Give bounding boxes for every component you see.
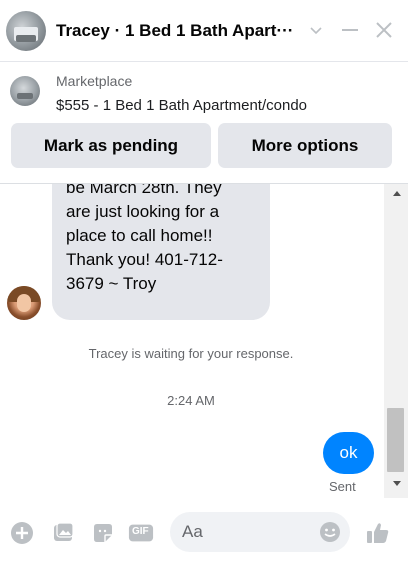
message-input[interactable] xyxy=(182,512,312,552)
message-timestamp: 2:24 AM xyxy=(167,393,215,408)
conversation-title[interactable]: Tracey · 1 Bed 1 Bath Apart··· xyxy=(56,21,300,41)
listing-thumbnail[interactable] xyxy=(10,76,40,106)
message-input-box[interactable] xyxy=(170,512,350,552)
marketplace-label: Marketplace xyxy=(56,73,133,89)
incoming-message-bubble[interactable]: be March 28th. They are just looking for… xyxy=(52,184,270,320)
close-icon[interactable] xyxy=(368,14,400,46)
listing-description[interactable]: $555 - 1 Bed 1 Bath Apartment/condo xyxy=(56,97,307,114)
message-line: be March 28th. They xyxy=(66,184,222,197)
gif-icon[interactable]: GIF xyxy=(128,520,154,546)
gif-label: GIF xyxy=(132,526,149,537)
outgoing-message-bubble[interactable]: ok xyxy=(323,432,374,474)
waiting-notice: Tracey is waiting for your response. xyxy=(88,346,294,361)
message-line: are just looking for a xyxy=(66,202,220,221)
marketplace-listing-bar: Marketplace $555 - 1 Bed 1 Bath Apartmen… xyxy=(0,62,408,184)
message-thread[interactable]: be March 28th. They are just looking for… xyxy=(0,184,408,498)
thumbs-up-icon[interactable] xyxy=(365,520,391,546)
message-line: Thank you! 401-712- xyxy=(66,250,223,269)
mark-as-pending-button[interactable]: Mark as pending xyxy=(11,123,211,168)
message-line: place to call home!! xyxy=(66,226,213,245)
minimize-icon[interactable] xyxy=(334,14,366,46)
scroll-down-arrow-icon[interactable] xyxy=(393,481,401,486)
chevron-down-icon[interactable] xyxy=(300,14,332,46)
plus-circle-icon[interactable] xyxy=(9,520,35,546)
emoji-icon[interactable] xyxy=(318,520,342,544)
scrollbar-thumb[interactable] xyxy=(387,408,404,472)
message-line: 3679 ~ Troy xyxy=(66,274,157,293)
scroll-up-arrow-icon[interactable] xyxy=(393,191,401,196)
scrollbar[interactable] xyxy=(384,184,408,498)
conversation-avatar[interactable] xyxy=(6,10,46,51)
message-composer: GIF xyxy=(0,498,408,566)
sticker-icon[interactable] xyxy=(90,520,116,546)
photo-icon[interactable] xyxy=(50,520,76,546)
sender-avatar[interactable] xyxy=(7,286,41,320)
chat-header: Tracey · 1 Bed 1 Bath Apart··· xyxy=(0,0,408,62)
more-options-button[interactable]: More options xyxy=(218,123,392,168)
delivery-status: Sent xyxy=(329,479,356,494)
